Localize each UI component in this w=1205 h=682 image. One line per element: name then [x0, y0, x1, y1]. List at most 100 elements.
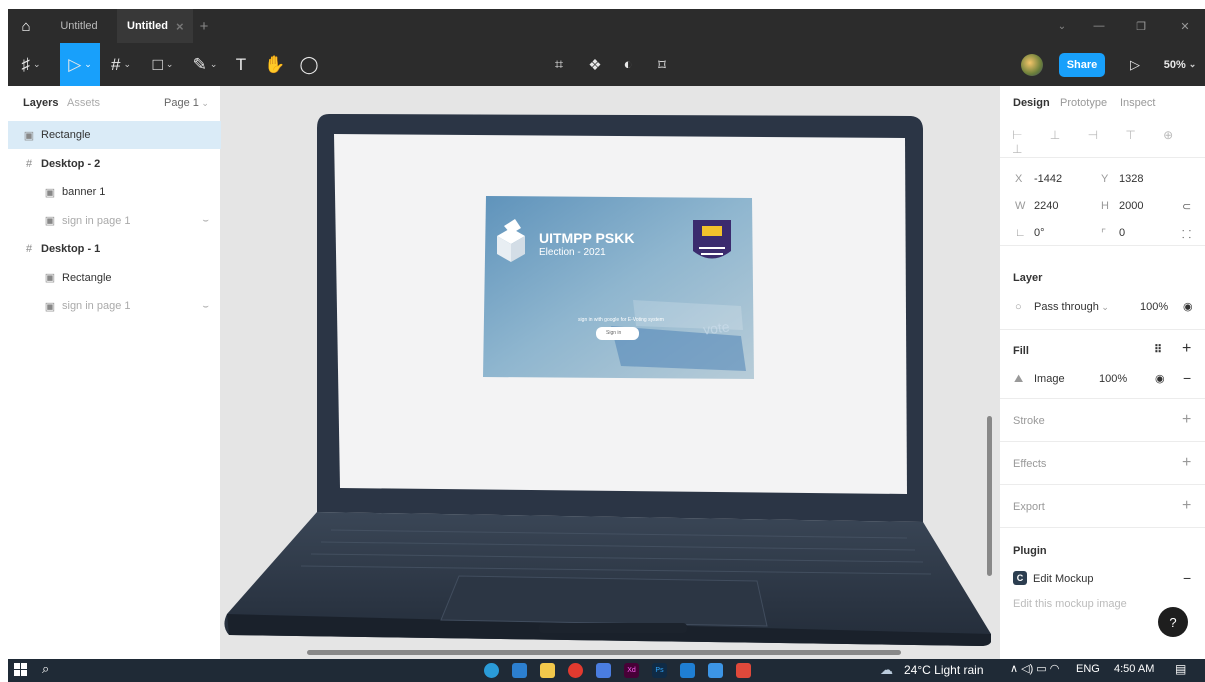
tab-layers[interactable]: Layers [23, 97, 58, 109]
image-fill-icon[interactable]: ⛰ [1014, 373, 1023, 386]
photoshop-icon[interactable]: Ps [652, 663, 667, 678]
tab-prototype[interactable]: Prototype [1060, 97, 1107, 109]
avatar[interactable] [1019, 51, 1045, 78]
file-explorer-icon[interactable] [540, 663, 555, 678]
independent-corners-icon[interactable]: ⸬ [1182, 227, 1191, 242]
fill-opacity[interactable]: 100% [1099, 373, 1127, 385]
visibility-eye-icon[interactable]: ◉ [1183, 300, 1193, 313]
add-fill-icon[interactable]: + [1182, 340, 1191, 358]
pen-tool-icon[interactable]: ✎ ⌄ [188, 51, 222, 78]
plugin-name[interactable]: Edit Mockup [1033, 573, 1094, 585]
close-tab-icon[interactable]: × [176, 19, 184, 34]
weather-text[interactable]: 24°C Light rain [904, 663, 984, 677]
h-input[interactable]: 2000 [1119, 200, 1143, 212]
help-button[interactable]: ? [1158, 607, 1188, 637]
constrain-proportions-icon[interactable]: ⊂ [1182, 200, 1191, 213]
opera-icon[interactable] [568, 663, 583, 678]
tab-inspect[interactable]: Inspect [1120, 97, 1155, 109]
figma-taskbar-icon[interactable] [736, 663, 751, 678]
styles-icon[interactable]: ⠿ [1154, 343, 1162, 356]
layer-row[interactable]: ▣ Rectangle [8, 121, 221, 149]
language-indicator[interactable]: ENG [1076, 663, 1100, 675]
vertical-scrollbar[interactable] [987, 416, 992, 576]
zoom-dropdown[interactable]: 50% ⌄ [1160, 51, 1200, 78]
layer-row[interactable]: # Desktop - 1 [8, 235, 221, 263]
notification-icon[interactable]: ▤ [1175, 662, 1186, 676]
add-export-icon[interactable]: + [1182, 497, 1191, 515]
add-effect-icon[interactable]: + [1182, 454, 1191, 472]
main-menu-icon[interactable]: ♯ ⌄ [14, 51, 48, 78]
layer-name: Desktop - 1 [41, 243, 101, 255]
stroke-title: Stroke [1013, 415, 1045, 427]
mask-icon[interactable]: ◐ [617, 51, 639, 78]
fill-visibility-icon[interactable]: ◉ [1155, 372, 1165, 385]
present-icon[interactable]: ▷ [1125, 51, 1145, 78]
tab-untitled-2[interactable]: Untitled × [117, 9, 193, 43]
home-icon[interactable]: ⌂ [16, 9, 36, 43]
tab-untitled-1[interactable]: Untitled [44, 9, 114, 43]
tab-design[interactable]: Design [1013, 97, 1050, 109]
rotation-input[interactable]: 0° [1034, 227, 1045, 239]
tab-assets[interactable]: Assets [67, 97, 100, 109]
align-tools-icon[interactable]: ⊢ ⊥ ⊣ ⊤ ⊕ ⊥ [1012, 128, 1205, 156]
layer-row[interactable]: ▣ banner 1 [8, 178, 221, 206]
minimize-button[interactable]: — [1088, 9, 1110, 43]
y-input[interactable]: 1328 [1119, 173, 1143, 185]
clock[interactable]: 4:50 AM [1114, 663, 1154, 675]
vscode-icon[interactable] [680, 663, 695, 678]
zoom-level: 50% [1163, 58, 1186, 71]
layer-section: Layer ○ Pass through ⌄ 100% ◉ [1000, 258, 1205, 330]
fill-section: Fill ⠿ + ⛰ Image 100% ◉ − [1000, 330, 1205, 399]
hidden-layer-icon[interactable]: ⌣ [202, 301, 209, 312]
plugin-description: Edit this mockup image [1013, 598, 1127, 610]
chevron-down-icon[interactable]: ⌄ [1052, 9, 1072, 43]
hand-tool-icon[interactable]: ✋ [264, 51, 286, 78]
adobe-xd-icon[interactable]: Xd [624, 663, 639, 678]
layer-row[interactable]: ▣ sign in page 1 ⌣ [8, 292, 221, 320]
remove-fill-icon[interactable]: − [1183, 370, 1191, 386]
remove-plugin-icon[interactable]: − [1183, 570, 1191, 586]
restore-button[interactable]: ❐ [1130, 9, 1152, 43]
frame-icon: # [25, 243, 33, 255]
layer-row[interactable]: # Desktop - 2 [8, 150, 221, 178]
app-icon[interactable] [596, 663, 611, 678]
new-tab-button[interactable]: + [196, 9, 212, 43]
horizontal-scrollbar[interactable] [307, 650, 901, 655]
design-panel: Design Prototype Inspect ⊢ ⊥ ⊣ ⊤ ⊕ ⊥ X -… [999, 86, 1205, 659]
stroke-section: Stroke + [1000, 399, 1205, 442]
layers-panel: Layers Assets Page 1 ⌄ ▣ Rectangle # Deskto… [8, 86, 221, 659]
component-frame-icon[interactable]: ⌗ [548, 51, 570, 78]
laptop-mockup [224, 114, 991, 646]
store-icon[interactable] [708, 663, 723, 678]
layer-row[interactable]: ▣ Rectangle [8, 264, 221, 292]
x-input[interactable]: -1442 [1034, 173, 1062, 185]
crop-icon[interactable]: ⌑ [651, 51, 673, 78]
fill-type[interactable]: Image [1034, 373, 1065, 385]
start-menu-icon[interactable] [14, 663, 27, 676]
shape-tool-icon[interactable]: □ ⌄ [146, 51, 180, 78]
layer-row[interactable]: ▣ sign in page 1 ⌣ [8, 207, 221, 235]
canvas[interactable]: UITMPP PSKK Election - 2021 sign in with… [221, 86, 999, 659]
component-icon[interactable]: ❖ [584, 51, 606, 78]
comment-tool-icon[interactable]: ◯ [298, 51, 320, 78]
effects-section: Effects + [1000, 442, 1205, 485]
page-selector[interactable]: Page 1 ⌄ [164, 97, 209, 109]
add-stroke-icon[interactable]: + [1182, 411, 1191, 429]
blend-dropdown[interactable]: Pass through ⌄ [1034, 301, 1109, 313]
w-input[interactable]: 2240 [1034, 200, 1058, 212]
frame-tool-icon[interactable]: # ⌄ [104, 51, 138, 78]
hidden-layer-icon[interactable]: ⌣ [202, 215, 209, 226]
system-tray-icons[interactable]: ∧ ◁) ▭ ◠ [1010, 662, 1059, 675]
text-tool-icon[interactable]: T [230, 51, 252, 78]
y-label: Y [1101, 173, 1109, 185]
close-window-button[interactable]: ✕ [1174, 9, 1196, 43]
radius-input[interactable]: 0 [1119, 227, 1125, 239]
layer-opacity[interactable]: 100% [1140, 301, 1168, 313]
weather-icon: ☁ [880, 662, 893, 677]
rotation-icon: ∟ [1015, 227, 1026, 239]
edge-icon[interactable] [484, 663, 499, 678]
move-tool-button[interactable]: ▷ ⌄ [60, 43, 100, 86]
mail-icon[interactable] [512, 663, 527, 678]
search-icon[interactable]: ⌕ [42, 661, 49, 677]
share-button[interactable]: Share [1059, 53, 1105, 77]
